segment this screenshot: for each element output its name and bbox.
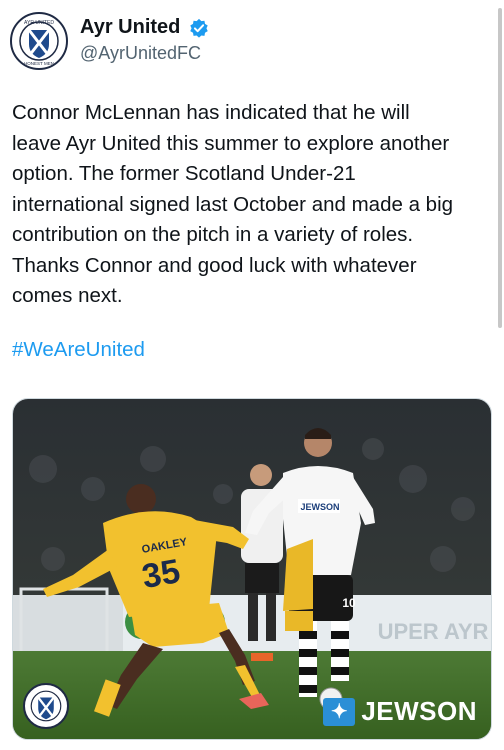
tweet-line: contribution on the pitch in a variety o… bbox=[12, 223, 414, 246]
tweet-line: comes next. bbox=[12, 284, 123, 307]
tweet-line: Connor McLennan has indicated that he wi… bbox=[12, 101, 410, 124]
sponsor-logo-icon: ✦ bbox=[323, 697, 356, 726]
sponsor-watermark: ✦ JEWSON bbox=[323, 696, 477, 727]
club-crest-watermark bbox=[23, 683, 69, 729]
tweet-line: leave Ayr United this summer to explore … bbox=[12, 131, 450, 155]
board-text: UPER AYR bbox=[378, 619, 489, 644]
opponent-number: 10 bbox=[342, 596, 356, 610]
tweet-line: international signed last October and ma… bbox=[12, 192, 454, 216]
svg-text:HONEST MEN: HONEST MEN bbox=[24, 61, 54, 66]
svg-text:AYR UNITED: AYR UNITED bbox=[24, 20, 54, 26]
scrollbar[interactable] bbox=[498, 8, 502, 328]
verified-badge-icon bbox=[190, 18, 208, 38]
tweet-photo[interactable]: UPER AYR JEWSON 10 OAKLEY 35 ✦ JEWSON bbox=[12, 398, 492, 740]
tweet-line: Thanks Connor and good luck with whateve… bbox=[12, 253, 417, 277]
tweet-header: AYR UNITED HONEST MEN Ayr United @AyrUni… bbox=[10, 12, 494, 70]
author-names: Ayr United @AyrUnitedFC bbox=[80, 16, 209, 64]
hashtag-link[interactable]: #WeAreUnited bbox=[12, 338, 145, 362]
tweet-line: option. The former Scotland Under-21 bbox=[12, 162, 356, 185]
sponsor-name: JEWSON bbox=[361, 696, 477, 726]
club-crest-avatar[interactable]: AYR UNITED HONEST MEN bbox=[10, 12, 68, 70]
club-crest-icon: AYR UNITED HONEST MEN bbox=[13, 15, 65, 67]
match-photo: UPER AYR JEWSON 10 OAKLEY 35 bbox=[13, 399, 491, 739]
tweet-body: Connor McLennan has indicated that he wi… bbox=[12, 98, 492, 312]
club-crest-icon bbox=[25, 685, 67, 727]
player-yellow-background bbox=[283, 539, 313, 631]
shirt-sponsor-text: JEWSON bbox=[300, 502, 339, 512]
player-number-text: 35 bbox=[139, 552, 183, 596]
author-display-name[interactable]: Ayr United bbox=[80, 16, 180, 39]
author-handle[interactable]: @AyrUnitedFC bbox=[80, 43, 209, 64]
